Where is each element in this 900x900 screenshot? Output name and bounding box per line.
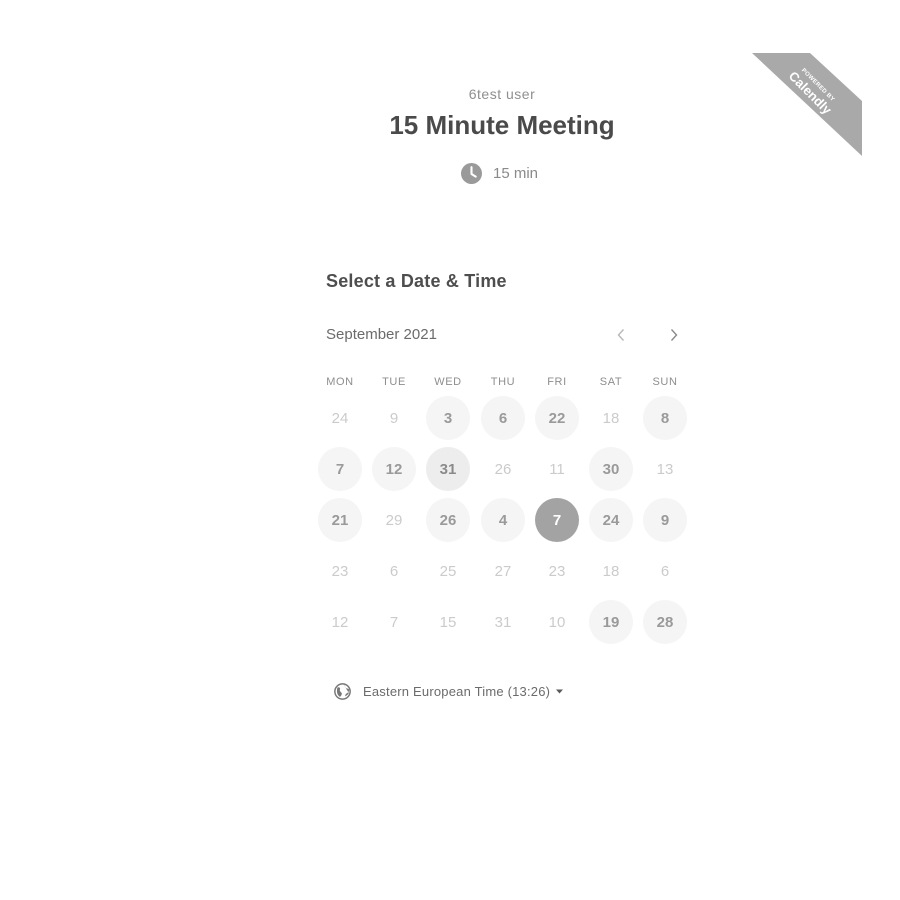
calendar-day[interactable]: 19 — [589, 600, 633, 644]
calendar-day: 25 — [439, 562, 457, 580]
weekday-wed: WED — [434, 376, 462, 388]
calendar-day[interactable]: 22 — [535, 396, 579, 440]
weekday-fri: FRI — [547, 376, 567, 388]
section-title: Select a Date & Time — [326, 271, 507, 291]
chevron-right-icon — [670, 329, 678, 341]
calendar-day: 23 — [548, 562, 566, 580]
calendar-day[interactable]: 12 — [372, 447, 416, 491]
calendar-day: 9 — [389, 409, 399, 427]
calendar-day[interactable]: 7 — [318, 447, 362, 491]
weekday-thu: THU — [490, 376, 516, 388]
previous-month-button[interactable] — [607, 322, 635, 348]
duration: 15 min — [461, 162, 538, 184]
duration-label: 15 min — [493, 164, 539, 182]
next-month-button[interactable] — [660, 322, 688, 348]
calendar-day: 18 — [602, 562, 620, 580]
calendar-day: 7 — [389, 613, 399, 631]
calendar-day: 27 — [494, 562, 512, 580]
weekday-mon: MON — [326, 376, 354, 388]
calendar-day[interactable]: 31 — [426, 447, 470, 491]
calendar-day: 12 — [331, 613, 349, 631]
calendar-day: 26 — [494, 460, 512, 478]
weekday-sat: SAT — [599, 376, 623, 388]
timezone-selector[interactable]: Eastern European Time (13:26) — [334, 680, 564, 702]
calendar-day: 15 — [439, 613, 457, 631]
calendar-day[interactable]: 28 — [643, 600, 687, 644]
calendar-day[interactable]: 4 — [481, 498, 525, 542]
calendar-day: 11 — [549, 460, 565, 478]
calendar-day-selected[interactable]: 7 — [535, 498, 579, 542]
calendar-day[interactable]: 6 — [481, 396, 525, 440]
globe-icon — [334, 682, 351, 700]
calendar-day[interactable]: 9 — [643, 498, 687, 542]
weekday-sun: SUN — [652, 376, 678, 388]
chevron-left-icon — [617, 329, 625, 341]
caret-down-icon — [556, 689, 564, 693]
calendar-day: 6 — [389, 562, 399, 580]
calendar-day: 24 — [331, 409, 349, 427]
calendar-day: 6 — [660, 562, 670, 580]
calendar-day[interactable]: 3 — [426, 396, 470, 440]
calendar-day: 29 — [385, 511, 403, 529]
timezone-label: Eastern European Time (13:26) — [363, 683, 551, 699]
calendar-day[interactable]: 8 — [643, 396, 687, 440]
weekday-tue: TUE — [382, 376, 406, 388]
calendar-day[interactable]: 26 — [426, 498, 470, 542]
calendar-day: 10 — [548, 613, 566, 631]
calendar-day: 18 — [602, 409, 620, 427]
clock-icon — [461, 162, 482, 184]
calendar-day[interactable]: 21 — [318, 498, 362, 542]
month-label: September 2021 — [326, 326, 437, 343]
calendar-day: 23 — [331, 562, 349, 580]
calendar-day[interactable]: 30 — [589, 447, 633, 491]
powered-by-calendly-badge[interactable]: POWERED BY Calendly — [752, 53, 862, 156]
calendar-day: 31 — [494, 613, 512, 631]
calendar-day: 13 — [656, 460, 674, 478]
calendar-day[interactable]: 24 — [589, 498, 633, 542]
